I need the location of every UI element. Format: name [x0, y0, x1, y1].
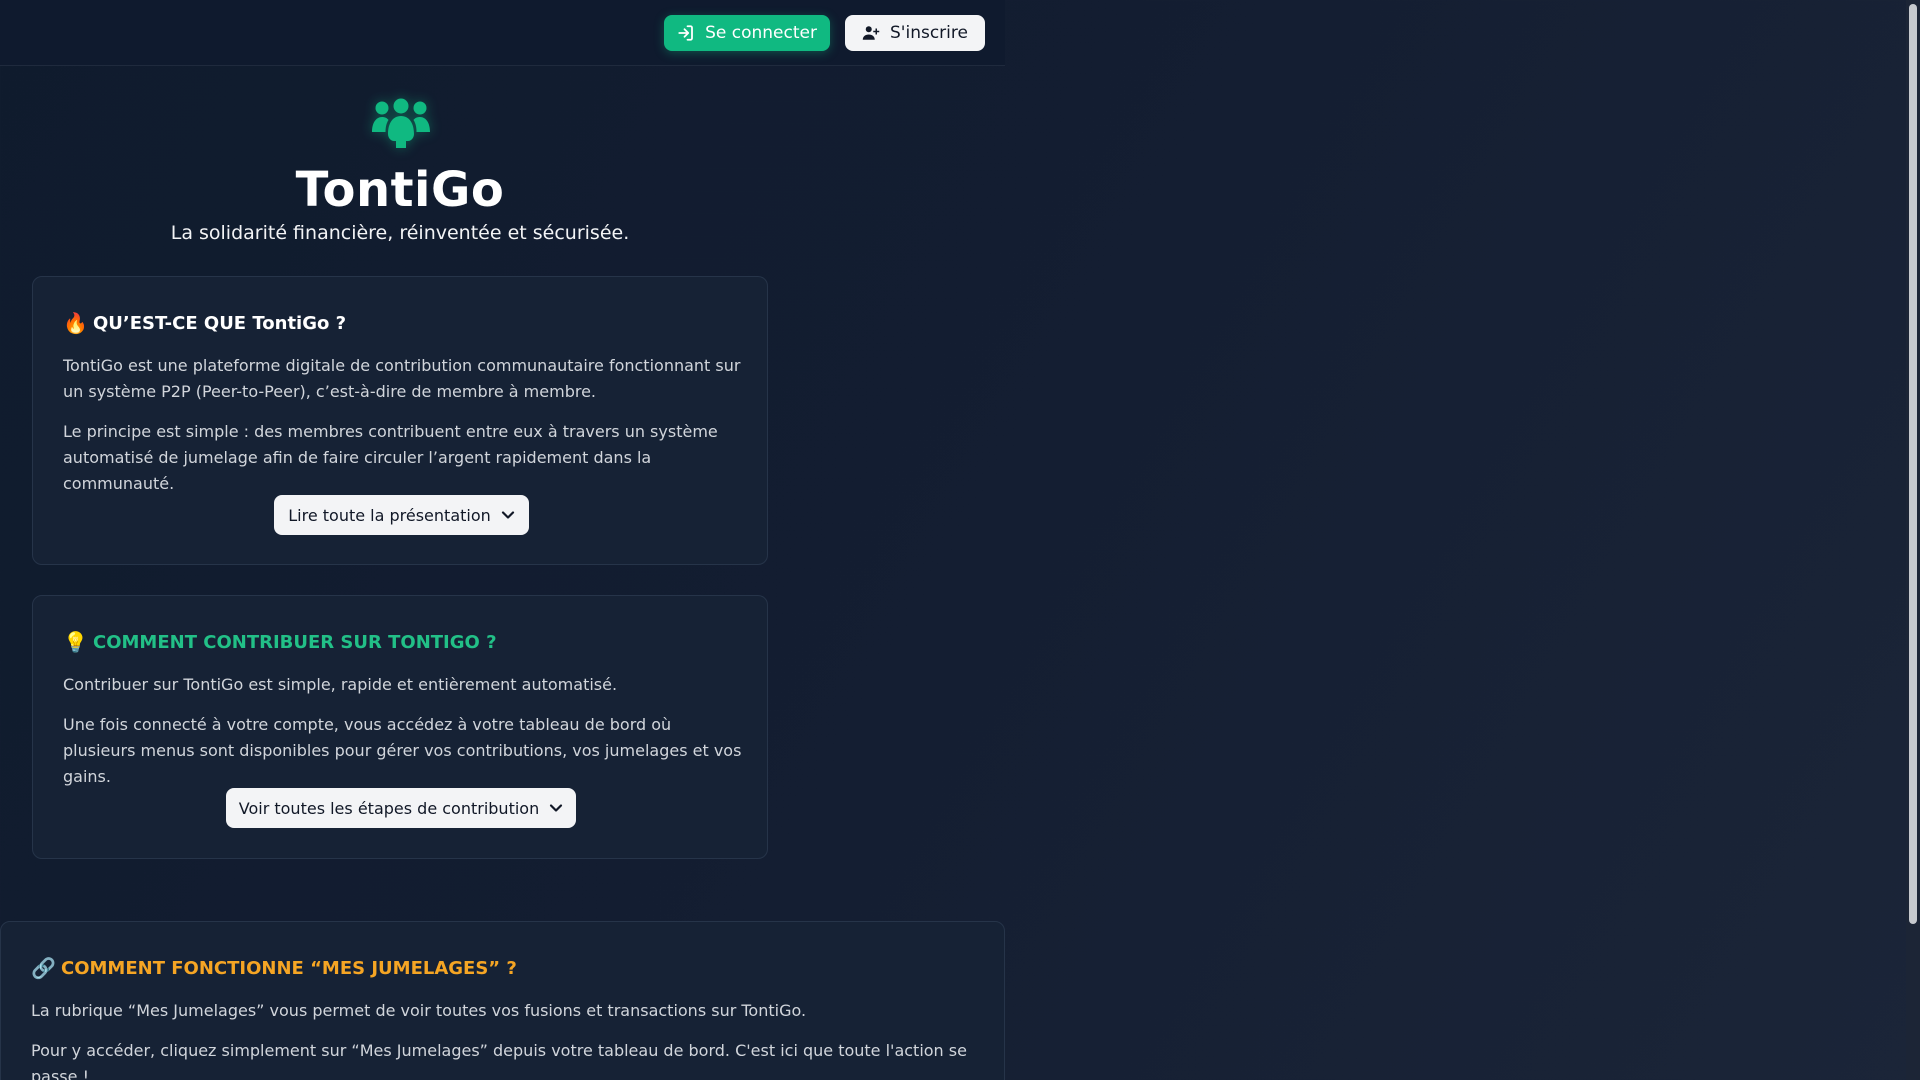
link-icon: 🔗 — [31, 956, 56, 980]
user-plus-icon — [862, 26, 880, 40]
chevron-down-icon — [501, 511, 514, 519]
card-what-is-tontigo: 🔥 QU’EST-CE QUE TontiGo ? TontiGo est un… — [32, 276, 768, 565]
scrollbar-thumb[interactable] — [1909, 4, 1917, 924]
lightbulb-icon: 💡 — [63, 630, 88, 654]
card-how-to-contribute: 💡 COMMENT CONTRIBUER SUR TONTIGO ? Contr… — [32, 595, 768, 859]
card-heading-text: COMMENT CONTRIBUER SUR TONTIGO ? — [93, 631, 497, 653]
app-title: TontiGo — [295, 162, 505, 218]
view-contribution-steps-button[interactable]: Voir toutes les étapes de contribution — [226, 788, 576, 828]
card-paragraph: La rubrique “Mes Jumelages” vous permet … — [31, 1001, 807, 1020]
card-heading-text: QU’EST-CE QUE TontiGo ? — [93, 312, 347, 334]
card-heading: 🔥 QU’EST-CE QUE TontiGo ? — [63, 311, 346, 335]
card-paragraph: Contribuer sur TontiGo est simple, rapid… — [63, 675, 618, 694]
card-paragraph: Une fois connecté à votre compte, vous a… — [63, 715, 742, 786]
chevron-down-icon — [550, 804, 563, 812]
login-button[interactable]: Se connecter — [664, 15, 830, 51]
card-paragraph: Pour y accéder, cliquez simplement sur “… — [31, 1041, 967, 1080]
users-icon — [372, 98, 430, 148]
card-heading: 💡 COMMENT CONTRIBUER SUR TONTIGO ? — [63, 630, 497, 654]
signup-button[interactable]: S'inscrire — [845, 15, 985, 51]
login-label: Se connecter — [705, 23, 817, 43]
page-scrollbar[interactable] — [1906, 0, 1920, 1080]
signup-label: S'inscrire — [890, 23, 968, 43]
app-tagline: La solidarité financière, réinventée et … — [170, 222, 630, 244]
card-my-matchings: 🔗 COMMENT FONCTIONNE “MES JUMELAGES” ? L… — [0, 921, 1005, 1080]
read-presentation-button[interactable]: Lire toute la présentation — [274, 495, 529, 535]
app-root: Se connecter S'inscrire TontiGo La solid… — [0, 0, 1005, 1080]
card-paragraph: Le principe est simple : des membres con… — [63, 422, 718, 493]
button-label: Voir toutes les étapes de contribution — [238, 798, 540, 818]
card-heading-text: COMMENT FONCTIONNE “MES JUMELAGES” ? — [61, 957, 517, 979]
card-heading: 🔗 COMMENT FONCTIONNE “MES JUMELAGES” ? — [31, 956, 517, 980]
top-navbar: Se connecter S'inscrire — [0, 0, 1005, 66]
fire-icon: 🔥 — [63, 311, 88, 335]
sign-in-icon — [678, 25, 693, 41]
card-paragraph: TontiGo est une plateforme digitale de c… — [63, 356, 741, 401]
button-label: Lire toute la présentation — [288, 505, 491, 525]
